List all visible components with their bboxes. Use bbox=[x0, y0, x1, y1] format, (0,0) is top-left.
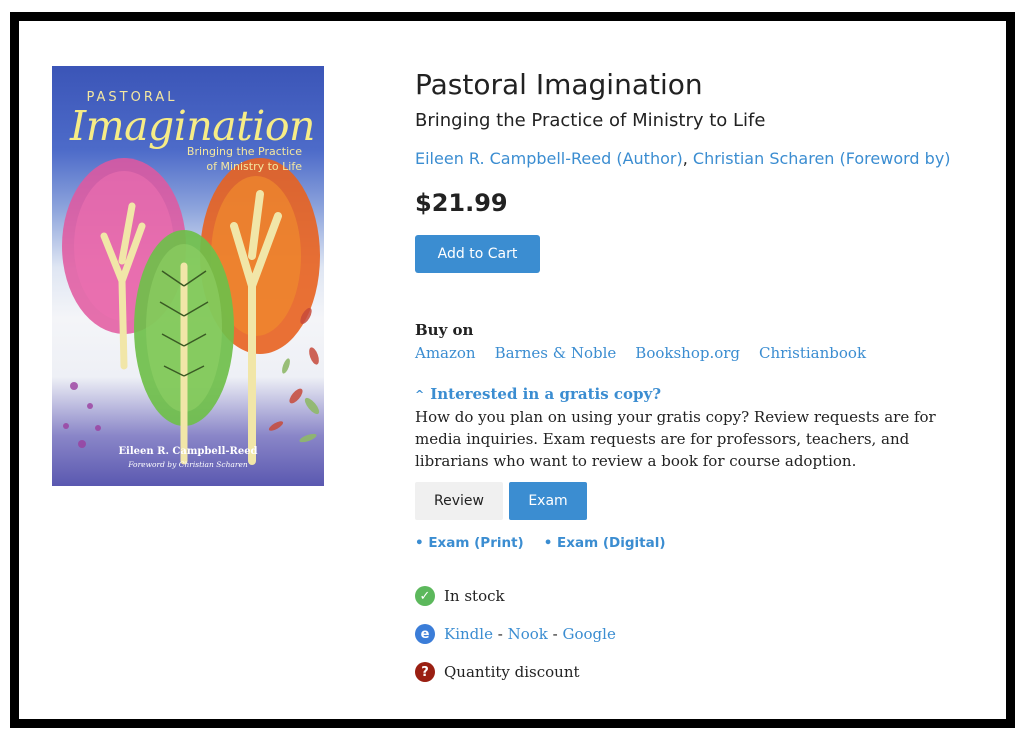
retailer-link-bookshop[interactable]: Bookshop.org bbox=[635, 344, 740, 362]
gratis-copy-toggle[interactable]: ^ Interested in a gratis copy? bbox=[415, 385, 661, 403]
exam-print-link[interactable]: • Exam (Print) bbox=[415, 535, 524, 551]
retailer-links: Amazon Barnes & Noble Bookshop.org Chris… bbox=[415, 344, 866, 362]
book-authors: Eileen R. Campbell-Reed (Author), Christ… bbox=[415, 149, 951, 168]
exam-button[interactable]: Exam bbox=[509, 482, 587, 520]
in-stock-row: ✓ In stock bbox=[415, 586, 505, 606]
ebook-row: e Kindle - Nook - Google bbox=[415, 624, 616, 644]
ebook-link-nook[interactable]: Nook bbox=[508, 625, 548, 643]
foreword-author-link[interactable]: Christian Scharen (Foreword by) bbox=[693, 149, 951, 168]
book-cover-image: PASTORAL Imagination Bringing the Practi… bbox=[52, 66, 324, 486]
product-page: PASTORAL Imagination Bringing the Practi… bbox=[0, 0, 1024, 739]
book-price: $21.99 bbox=[415, 189, 508, 217]
ebook-link-google[interactable]: Google bbox=[563, 625, 616, 643]
ebook-link-kindle[interactable]: Kindle bbox=[444, 625, 493, 643]
cover-foreword-text: Foreword by Christian Scharen bbox=[128, 460, 248, 469]
ebook-e-icon: e bbox=[415, 624, 435, 644]
book-subtitle: Bringing the Practice of Ministry to Lif… bbox=[415, 110, 766, 131]
exam-options: • Exam (Print) • Exam (Digital) bbox=[415, 535, 666, 551]
add-to-cart-button[interactable]: Add to Cart bbox=[415, 235, 540, 273]
gratis-description: How do you plan on using your gratis cop… bbox=[415, 408, 936, 470]
ebook-separator: - bbox=[497, 625, 503, 643]
cover-imagination-text: Imagination bbox=[70, 102, 315, 150]
cover-subtitle-line1: Bringing the Practice bbox=[186, 145, 302, 158]
book-title: Pastoral Imagination bbox=[415, 68, 703, 101]
retailer-link-christianbook[interactable]: Christianbook bbox=[759, 344, 866, 362]
checkmark-circle-icon: ✓ bbox=[415, 586, 435, 606]
quantity-discount-text: Quantity discount bbox=[444, 663, 580, 681]
cover-subtitle-line2: of Ministry to Life bbox=[206, 160, 302, 173]
author-link[interactable]: Eileen R. Campbell-Reed (Author) bbox=[415, 149, 683, 168]
quantity-discount-row[interactable]: ? Quantity discount bbox=[415, 662, 580, 682]
gratis-toggle-label: Interested in a gratis copy? bbox=[430, 385, 661, 403]
author-separator: , bbox=[682, 149, 688, 168]
cover-subtitle-text: Bringing the Practice of Ministry to Lif… bbox=[142, 144, 302, 174]
ebook-separator: - bbox=[552, 625, 558, 643]
review-button[interactable]: Review bbox=[415, 482, 503, 520]
question-circle-icon: ? bbox=[415, 662, 435, 682]
in-stock-text: In stock bbox=[444, 587, 505, 605]
buy-on-heading: Buy on bbox=[415, 321, 474, 339]
exam-digital-link[interactable]: • Exam (Digital) bbox=[544, 535, 666, 551]
chevron-up-icon: ^ bbox=[415, 387, 425, 401]
cover-author-text: Eileen R. Campbell-Reed bbox=[118, 446, 258, 457]
retailer-link-amazon[interactable]: Amazon bbox=[415, 344, 476, 362]
retailer-link-barnes-noble[interactable]: Barnes & Noble bbox=[495, 344, 617, 362]
